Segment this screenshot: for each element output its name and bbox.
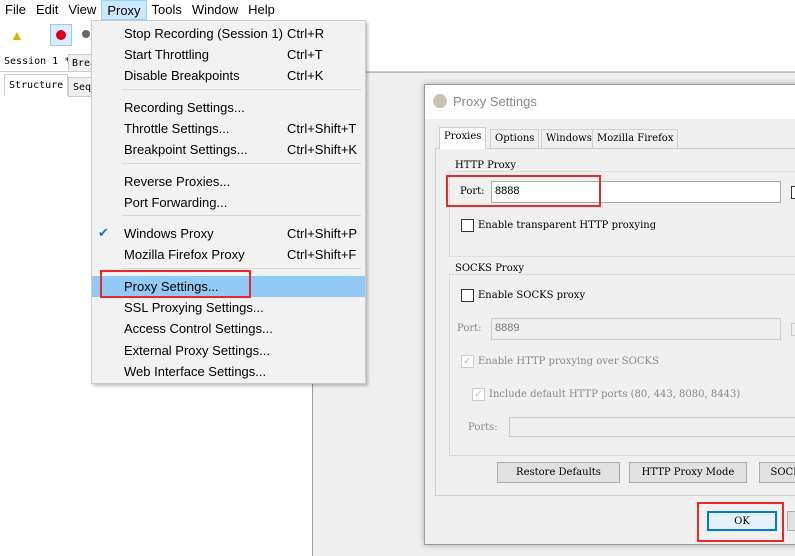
menu-item-mozilla-firefox-proxy[interactable]: Mozilla Firefox Proxy Ctrl+Shift+F: [92, 244, 365, 265]
tab-mozilla-firefox[interactable]: Mozilla Firefox: [592, 129, 679, 149]
highlight-http-port: [446, 175, 601, 207]
tab-windows[interactable]: Windows: [541, 129, 597, 149]
menu-item-shortcut: Ctrl+Shift+K: [287, 142, 358, 157]
menu-item-label: Recording Settings...: [124, 100, 245, 115]
include-default-ports-label: Include default HTTP ports (80, 443, 808…: [489, 389, 741, 400]
http-proxy-mode-button[interactable]: HTTP Proxy Mode: [629, 462, 747, 483]
include-default-ports-checkbox[interactable]: ✓: [472, 388, 485, 401]
dialog-title: Proxy Settings: [453, 94, 537, 109]
ports-input[interactable]: [509, 417, 795, 437]
menu-item-access-control-settings[interactable]: Access Control Settings...: [92, 318, 365, 339]
highlight-proxy-settings: [100, 270, 251, 298]
menu-item-shortcut: Ctrl+R: [287, 26, 325, 41]
cancel-button[interactable]: [787, 511, 795, 531]
menu-separator: [122, 215, 361, 216]
menu-separator: [122, 268, 361, 269]
menu-item-shortcut: Ctrl+Shift+P: [287, 226, 358, 241]
menu-tools[interactable]: Tools: [147, 0, 187, 20]
record-button[interactable]: [50, 24, 72, 46]
transparent-proxy-label: Enable transparent HTTP proxying: [478, 220, 657, 231]
enable-socks-checkbox[interactable]: [461, 289, 474, 302]
enable-socks-label: Enable SOCKS proxy: [478, 290, 586, 301]
menu-help[interactable]: Help: [243, 0, 280, 20]
tab-structure[interactable]: Structure: [4, 74, 69, 96]
menu-view[interactable]: View: [63, 0, 101, 20]
highlight-ok-button: [697, 502, 784, 542]
restore-defaults-button[interactable]: Restore Defaults: [497, 462, 620, 483]
tab-proxies[interactable]: Proxies: [439, 127, 487, 149]
throttle-icon[interactable]: [82, 30, 90, 38]
socks-proxy-group-label: SOCKS Proxy: [453, 263, 527, 274]
menu-item-external-proxy-settings[interactable]: External Proxy Settings...: [92, 340, 365, 361]
menu-item-label: Access Control Settings...: [124, 321, 273, 336]
menu-item-label: Breakpoint Settings...: [124, 142, 248, 157]
http-port-checkbox[interactable]: [791, 186, 795, 199]
http-over-socks-checkbox[interactable]: ✓: [461, 355, 474, 368]
menu-item-label: Port Forwarding...: [124, 195, 228, 210]
menu-item-web-interface-settings[interactable]: Web Interface Settings...: [92, 361, 365, 382]
menu-item-shortcut: Ctrl+Shift+T: [287, 121, 357, 136]
menu-item-label: Reverse Proxies...: [124, 174, 231, 189]
menu-item-ssl-proxying-settings[interactable]: SSL Proxying Settings...: [92, 297, 365, 318]
menu-file[interactable]: File: [0, 0, 31, 20]
menu-bar: File Edit View Proxy Tools Window Help: [0, 0, 795, 20]
tab-options[interactable]: Options: [490, 129, 540, 149]
menu-item-start-throttling[interactable]: Start Throttling Ctrl+T: [92, 44, 365, 65]
menu-separator: [122, 163, 361, 164]
menu-edit[interactable]: Edit: [31, 0, 63, 20]
menu-item-label: External Proxy Settings...: [124, 343, 270, 358]
menu-item-label: Throttle Settings...: [124, 121, 230, 136]
socks-port-label: Port:: [457, 323, 482, 334]
menu-item-label: Web Interface Settings...: [124, 364, 267, 379]
socks-port-input[interactable]: 8889: [491, 318, 781, 340]
proxy-settings-dialog: Proxy Settings Proxies Options Windows M…: [424, 84, 795, 545]
menu-item-reverse-proxies[interactable]: Reverse Proxies...: [92, 171, 365, 192]
check-icon: ✔: [98, 225, 109, 240]
menu-item-breakpoint-settings[interactable]: Breakpoint Settings... Ctrl+Shift+K: [92, 139, 365, 160]
menu-item-label: Stop Recording (Session 1): [124, 26, 283, 41]
menu-item-throttle-settings[interactable]: Throttle Settings... Ctrl+Shift+T: [92, 118, 365, 139]
menu-item-label: Mozilla Firefox Proxy: [124, 247, 245, 262]
menu-window[interactable]: Window: [187, 0, 243, 20]
tab-session-1[interactable]: Session 1 *: [4, 56, 70, 67]
menu-item-port-forwarding[interactable]: Port Forwarding...: [92, 192, 365, 213]
menu-separator: [122, 89, 361, 90]
http-over-socks-label: Enable HTTP proxying over SOCKS: [478, 356, 659, 367]
broom-icon[interactable]: ▲: [10, 28, 24, 42]
menu-item-shortcut: Ctrl+K: [287, 68, 324, 83]
menu-item-label: Disable Breakpoints: [124, 68, 240, 83]
menu-proxy[interactable]: Proxy: [101, 0, 147, 20]
dialog-title-bar: Proxy Settings: [425, 85, 795, 119]
ports-label: Ports:: [468, 422, 498, 433]
menu-item-recording-settings[interactable]: Recording Settings...: [92, 97, 365, 118]
menu-item-label: SSL Proxying Settings...: [124, 300, 264, 315]
proxy-menu: Stop Recording (Session 1) Ctrl+R Start Th…: [91, 20, 366, 384]
menu-item-disable-breakpoints[interactable]: Disable Breakpoints Ctrl+K: [92, 65, 365, 86]
menu-item-stop-recording-session-1[interactable]: Stop Recording (Session 1) Ctrl+R: [92, 23, 365, 44]
menu-item-windows-proxy[interactable]: ✔ Windows Proxy Ctrl+Shift+P: [92, 223, 365, 244]
charles-app-icon: [433, 94, 447, 108]
http-proxy-group-label: HTTP Proxy: [453, 160, 518, 171]
menu-item-label: Windows Proxy: [124, 226, 214, 241]
socks-button[interactable]: SOCKS: [759, 462, 795, 483]
menu-item-shortcut: Ctrl+T: [287, 47, 323, 62]
menu-item-shortcut: Ctrl+Shift+F: [287, 247, 357, 262]
socks-port-checkbox[interactable]: [791, 323, 795, 336]
menu-item-label: Start Throttling: [124, 47, 210, 62]
transparent-proxy-checkbox[interactable]: [461, 219, 474, 232]
